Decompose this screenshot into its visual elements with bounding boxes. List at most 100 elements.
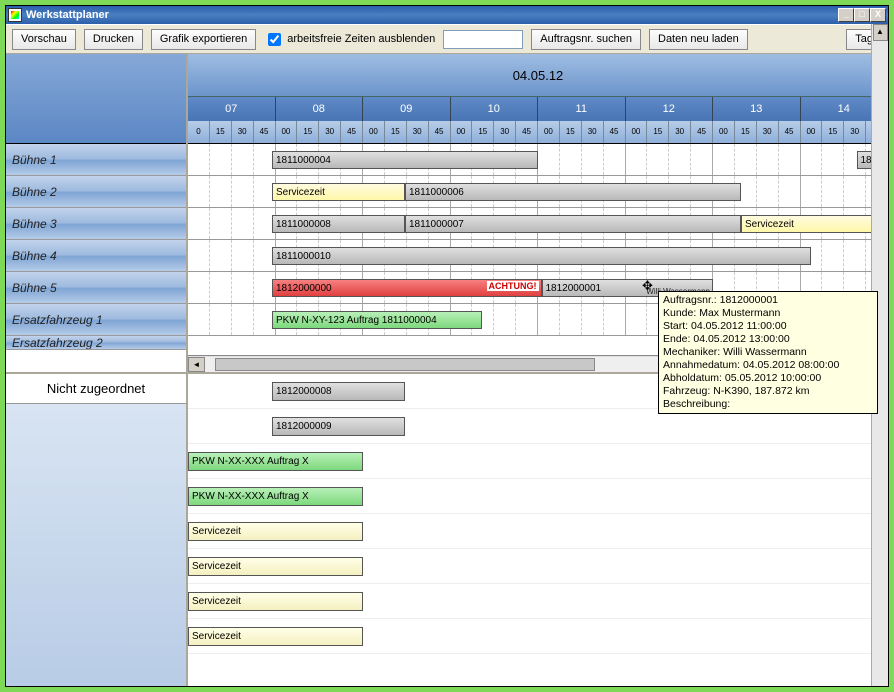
minute-cell: 15: [560, 121, 582, 143]
minute-cell: 30: [494, 121, 516, 143]
unassigned-body[interactable]: 1812000008 1812000009 PKW N-XX-XXX Auftrag…: [188, 374, 888, 654]
minute-cell: 30: [844, 121, 866, 143]
reload-button[interactable]: Daten neu laden: [649, 29, 748, 50]
tooltip-line: Abholdatum: 05.05.2012 10:00:00: [663, 372, 873, 385]
minute-cell: 45: [429, 121, 451, 143]
minute-cell: 15: [822, 121, 844, 143]
gantt-row[interactable]: Servicezeit1811000006: [188, 176, 888, 208]
gantt-bar[interactable]: Servicezeit: [272, 183, 405, 201]
close-button[interactable]: X: [870, 8, 886, 22]
gantt-row[interactable]: 1811000010: [188, 240, 888, 272]
hour-cell: 13: [713, 97, 801, 121]
minute-cell: 00: [713, 121, 735, 143]
tooltip-line: Fahrzeug: N-K390, 187.872 km: [663, 385, 873, 398]
gantt-bar[interactable]: PKW N-XX-XXX Auftrag X: [188, 452, 363, 471]
minute-cell: 0: [188, 121, 210, 143]
search-input[interactable]: [443, 30, 523, 49]
task-tooltip: Auftragsnr.: 1812000001 Kunde: Max Muste…: [658, 291, 878, 414]
hour-cell: 12: [626, 97, 714, 121]
gantt-bar[interactable]: Servicezeit: [188, 557, 363, 576]
hour-cell: 09: [363, 97, 451, 121]
minute-cell: 15: [385, 121, 407, 143]
unassigned-panel: Nicht zugeordnet 1812000008 1812000009 PKW…: [6, 374, 888, 686]
resource-row[interactable]: Bühne 2: [6, 176, 186, 208]
print-button[interactable]: Drucken: [84, 29, 143, 50]
tooltip-line: Beschreibung:: [663, 398, 873, 411]
resource-row[interactable]: Ersatzfahrzeug 1: [6, 304, 186, 336]
hide-nonwork-checkbox[interactable]: [268, 33, 281, 46]
minute-cell: 30: [407, 121, 429, 143]
hour-cell: 07: [188, 97, 276, 121]
gantt-row[interactable]: 18110000041811: [188, 144, 888, 176]
gantt-bar[interactable]: 1811000007: [405, 215, 741, 233]
gantt-bar[interactable]: PKW N-XX-XXX Auftrag X: [188, 487, 363, 506]
minute-cell: 15: [735, 121, 757, 143]
tooltip-line: Auftragsnr.: 1812000001: [663, 294, 873, 307]
search-button[interactable]: Auftragsnr. suchen: [531, 29, 641, 50]
minute-cell: 30: [232, 121, 254, 143]
unassigned-row[interactable]: PKW N-XX-XXX Auftrag X: [188, 479, 888, 514]
gantt-row[interactable]: 18110000081811000007Servicezeit: [188, 208, 888, 240]
titlebar[interactable]: Werkstattplaner _ □ X: [6, 6, 888, 24]
gantt-bar[interactable]: Servicezeit: [188, 592, 363, 611]
hide-nonwork-text: arbeitsfreie Zeiten ausblenden: [287, 33, 435, 45]
gantt-bar[interactable]: Servicezeit: [188, 627, 363, 646]
gantt-bar[interactable]: 1811000010: [272, 247, 811, 265]
minute-cell: 30: [582, 121, 604, 143]
gantt-bar[interactable]: 1812000008: [272, 382, 405, 401]
warning-badge: ACHTUNG!: [487, 281, 539, 291]
resource-row[interactable]: Bühne 5: [6, 272, 186, 304]
minute-cell: 45: [691, 121, 713, 143]
resource-row[interactable]: Ersatzfahrzeug 2: [6, 336, 186, 350]
minute-cell: 00: [801, 121, 823, 143]
maximize-button[interactable]: □: [854, 8, 870, 22]
date-header: 04.05.12: [188, 54, 888, 97]
unassigned-row[interactable]: PKW N-XX-XXX Auftrag X: [188, 444, 888, 479]
unassigned-spacer: [6, 404, 186, 686]
scroll-thumb[interactable]: [215, 358, 595, 371]
unassigned-row[interactable]: Servicezeit: [188, 549, 888, 584]
minute-cell: 15: [647, 121, 669, 143]
app-icon: [8, 8, 22, 22]
unassigned-row[interactable]: Servicezeit: [188, 584, 888, 619]
minute-cell: 30: [319, 121, 341, 143]
resource-column: Bühne 1Bühne 2Bühne 3Bühne 4Bühne 5Ersat…: [6, 54, 188, 372]
preview-button[interactable]: Vorschau: [12, 29, 76, 50]
header-corner: [6, 54, 186, 144]
tooltip-line: Kunde: Max Mustermann: [663, 307, 873, 320]
resource-row[interactable]: Bühne 1: [6, 144, 186, 176]
window-frame: Werkstattplaner _ □ X Vorschau Drucken G…: [5, 5, 889, 687]
minute-cell: 00: [626, 121, 648, 143]
minute-cell: 45: [516, 121, 538, 143]
scroll-left-button[interactable]: ◄: [188, 357, 205, 372]
unassigned-header: Nicht zugeordnet: [6, 374, 186, 404]
gantt-bar[interactable]: 1812000009: [272, 417, 405, 436]
minute-cell: 45: [254, 121, 276, 143]
resource-row[interactable]: Bühne 4: [6, 240, 186, 272]
gantt-bar[interactable]: Servicezeit: [188, 522, 363, 541]
export-button[interactable]: Grafik exportieren: [151, 29, 256, 50]
gantt-bar[interactable]: 1811000006: [405, 183, 741, 201]
tooltip-line: Mechaniker: Willi Wassermann: [663, 346, 873, 359]
resource-row[interactable]: Bühne 3: [6, 208, 186, 240]
unassigned-row[interactable]: Servicezeit: [188, 514, 888, 549]
gantt-bar[interactable]: 1811000008: [272, 215, 405, 233]
tooltip-line: Start: 04.05.2012 11:00:00: [663, 320, 873, 333]
minute-cell: 15: [472, 121, 494, 143]
minimize-button[interactable]: _: [838, 8, 854, 22]
gantt-bar[interactable]: 1812000000ACHTUNG!: [272, 279, 542, 297]
unassigned-body-wrap[interactable]: 1812000008 1812000009 PKW N-XX-XXX Auftrag…: [188, 374, 888, 686]
minutes-row: 0153045001530450015304500153045001530450…: [188, 121, 888, 143]
hide-nonwork-checkbox-label[interactable]: arbeitsfreie Zeiten ausblenden: [264, 30, 435, 49]
minute-cell: 30: [669, 121, 691, 143]
unassigned-row[interactable]: Servicezeit: [188, 619, 888, 654]
scroll-up-button[interactable]: ▲: [873, 24, 888, 41]
minute-cell: 45: [779, 121, 801, 143]
hour-cell: 10: [451, 97, 539, 121]
gantt-bar[interactable]: PKW N-XY-123 Auftrag 1811000004: [272, 311, 482, 329]
gantt-bar[interactable]: 1811000004: [272, 151, 538, 169]
tooltip-line: Annahmedatum: 04.05.2012 08:00:00: [663, 359, 873, 372]
unassigned-row[interactable]: 1812000009: [188, 409, 888, 444]
minute-cell: 30: [757, 121, 779, 143]
gantt-bar[interactable]: Servicezeit: [741, 215, 881, 233]
